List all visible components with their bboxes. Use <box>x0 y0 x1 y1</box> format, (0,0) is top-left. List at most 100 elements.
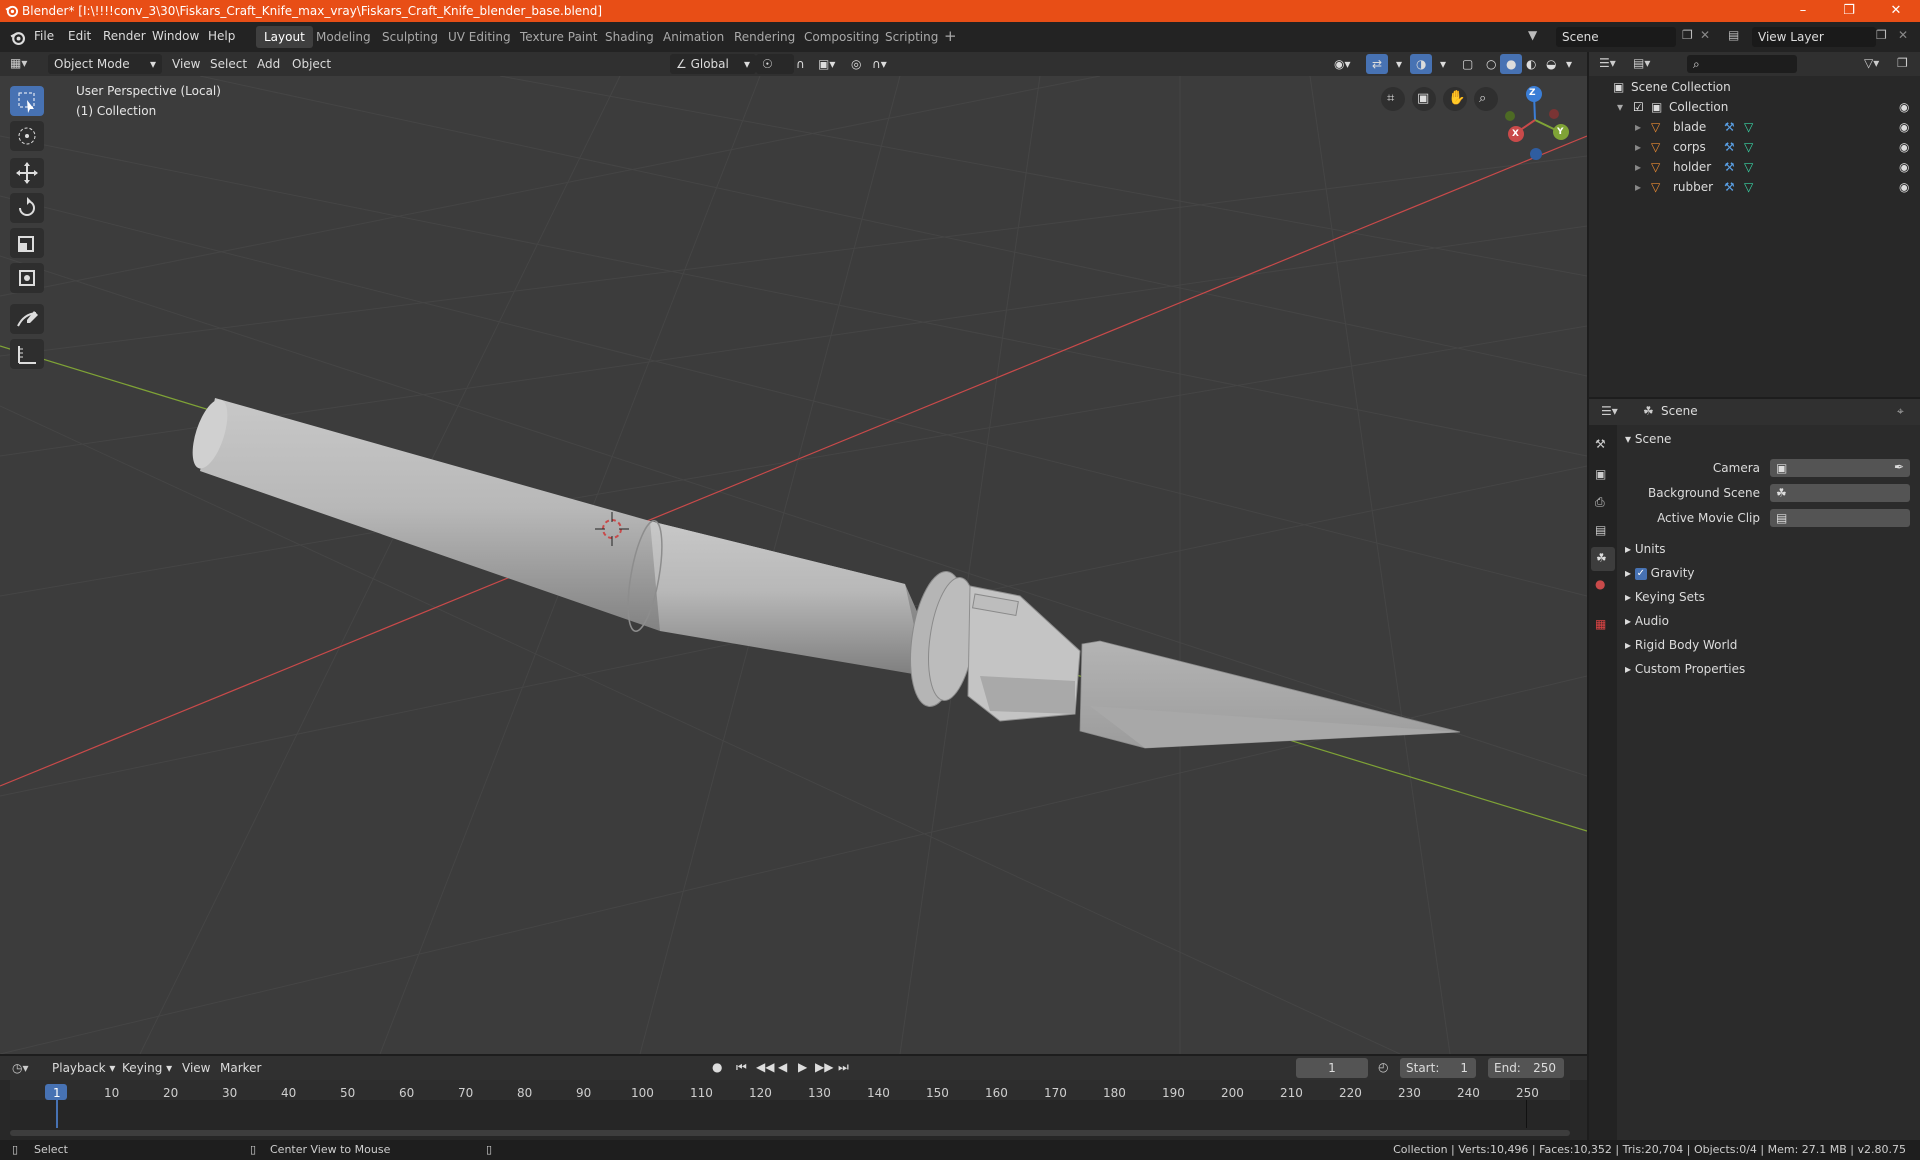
rotate-tool[interactable] <box>10 193 44 223</box>
transform-tool[interactable] <box>10 263 44 293</box>
menu-view[interactable]: View <box>166 54 206 74</box>
modifier-wrench-icon[interactable]: ⚒ <box>1724 157 1735 177</box>
gizmo-x-label[interactable]: X <box>1512 129 1519 139</box>
current-frame-field[interactable]: 1 <box>1296 1058 1368 1078</box>
tool-settings-tab-icon[interactable]: ⚒ <box>1595 437 1611 453</box>
outliner-row-holder[interactable]: ▸ ▽ holder ⚒ ▽ ◉ <box>1589 157 1920 177</box>
modifier-wrench-icon[interactable]: ⚒ <box>1724 177 1735 197</box>
mesh-data-icon[interactable]: ▽ <box>1744 117 1753 137</box>
view-layer-field[interactable]: View Layer <box>1752 27 1876 47</box>
play-reverse-icon[interactable]: ◀ <box>778 1060 787 1074</box>
view-layer-tab-icon[interactable]: ▤ <box>1595 523 1611 539</box>
scale-tool[interactable] <box>10 228 44 258</box>
tab-modeling[interactable]: Modeling <box>308 26 379 48</box>
falloff-icon[interactable]: ∩▾ <box>866 54 893 74</box>
scene-panel-header[interactable]: ▾ Scene <box>1625 432 1671 446</box>
gravity-panel-header[interactable]: ▸ ✓ Gravity <box>1625 566 1695 580</box>
new-collection-icon[interactable]: ❐ <box>1897 56 1908 70</box>
tab-shading[interactable]: Shading <box>597 26 662 48</box>
cursor-tool[interactable] <box>10 121 44 151</box>
timeline-scrollbar[interactable] <box>10 1130 1570 1136</box>
filter-icon[interactable]: ▽▾ <box>1864 56 1879 70</box>
delete-scene-icon[interactable]: ✕ <box>1700 28 1710 42</box>
3d-viewport[interactable]: User Perspective (Local) (1) Collection … <box>0 76 1587 1054</box>
gizmo-dropdown-icon[interactable]: ▾ <box>1390 54 1408 74</box>
maximize-button[interactable]: ❐ <box>1826 0 1872 22</box>
move-tool[interactable] <box>10 158 44 188</box>
outliner-row-blade[interactable]: ▸ ▽ blade ⚒ ▽ ◉ <box>1589 117 1920 137</box>
keying-sets-panel-header[interactable]: ▸ Keying Sets <box>1625 590 1705 604</box>
shading-dropdown-icon[interactable]: ▾ <box>1560 54 1578 74</box>
snap-icon[interactable]: ∩ <box>790 54 811 74</box>
play-icon[interactable]: ▶ <box>798 1060 807 1074</box>
eye-icon[interactable]: ◉ <box>1899 137 1909 157</box>
tab-rendering[interactable]: Rendering <box>726 26 803 48</box>
snap-target-icon[interactable]: ▣▾ <box>812 54 841 74</box>
mesh-data-icon[interactable]: ▽ <box>1744 137 1753 157</box>
expand-arrow-icon[interactable]: ▾ <box>1617 97 1623 117</box>
background-scene-field[interactable]: ☘ <box>1770 484 1910 502</box>
select-box-tool[interactable] <box>10 86 44 116</box>
annotate-tool[interactable] <box>10 304 44 334</box>
frame-ruler[interactable] <box>10 1080 1570 1100</box>
scene-field[interactable]: Scene <box>1556 27 1676 47</box>
outliner-editor-type-icon[interactable]: ☰▾ <box>1599 56 1616 70</box>
units-panel-header[interactable]: ▸ Units <box>1625 542 1666 556</box>
properties-editor-type-icon[interactable]: ☰▾ <box>1601 404 1618 418</box>
pivot-point-icon[interactable]: ☉ <box>756 54 794 74</box>
eye-icon[interactable]: ◉ <box>1899 157 1909 177</box>
eye-icon[interactable]: ◉ <box>1899 97 1909 117</box>
menu-object[interactable]: Object <box>286 54 337 74</box>
overlays-toggle-icon[interactable]: ◑ <box>1410 54 1433 74</box>
jump-end-icon[interactable]: ⏭ <box>838 1060 849 1075</box>
outliner-row-collection[interactable]: ▾ ☑ ▣ Collection ◉ <box>1589 97 1920 117</box>
outliner-row-corps[interactable]: ▸ ▽ corps ⚒ ▽ ◉ <box>1589 137 1920 157</box>
jump-start-icon[interactable]: ⏮ <box>736 1060 747 1075</box>
scene-browse-icon[interactable]: ▼ <box>1528 28 1546 44</box>
output-tab-icon[interactable]: ⎙ <box>1595 495 1611 511</box>
outliner-row-rubber[interactable]: ▸ ▽ rubber ⚒ ▽ ◉ <box>1589 177 1920 197</box>
tab-scripting[interactable]: Scripting <box>877 26 946 48</box>
editor-type-icon[interactable]: ▦▾ <box>10 56 27 70</box>
menu-view[interactable]: View <box>176 1058 216 1078</box>
eye-icon[interactable]: ◉ <box>1899 117 1909 137</box>
timeline-editor-type-icon[interactable]: ◷▾ <box>12 1061 29 1075</box>
menu-keying[interactable]: Keying ▾ <box>116 1058 178 1078</box>
menu-select[interactable]: Select <box>204 54 253 74</box>
menu-file[interactable]: File <box>34 29 54 43</box>
end-frame-field[interactable]: End: 250 <box>1488 1058 1564 1078</box>
scene-tab[interactable]: ☘ <box>1591 547 1615 571</box>
prev-keyframe-icon[interactable]: ◀◀ <box>756 1060 774 1074</box>
eyedropper-icon[interactable]: ✒ <box>1894 460 1904 474</box>
menu-marker[interactable]: Marker <box>214 1058 267 1078</box>
active-movie-clip-field[interactable]: ▤ <box>1770 509 1910 527</box>
grid-toggle-icon[interactable]: ⌗ <box>1387 91 1394 106</box>
expand-arrow-icon[interactable]: ▸ <box>1635 157 1641 177</box>
tab-animation[interactable]: Animation <box>655 26 732 48</box>
minimize-button[interactable]: – <box>1780 0 1826 22</box>
pan-hand-icon[interactable]: ✋ <box>1448 90 1465 106</box>
tab-sculpting[interactable]: Sculpting <box>374 26 446 48</box>
display-mode-icon[interactable]: ▤▾ <box>1633 56 1650 70</box>
modifier-wrench-icon[interactable]: ⚒ <box>1724 117 1735 137</box>
close-button[interactable]: ✕ <box>1873 0 1919 22</box>
outliner-row-scene-collection[interactable]: ▣ Scene Collection <box>1589 77 1920 97</box>
gravity-checkbox[interactable]: ✓ <box>1634 567 1647 580</box>
measure-tool[interactable] <box>10 339 44 369</box>
start-frame-field[interactable]: Start: 1 <box>1400 1058 1476 1078</box>
tab-texture-paint[interactable]: Texture Paint <box>512 26 605 48</box>
expand-arrow-icon[interactable]: ▸ <box>1635 117 1641 137</box>
menu-playback[interactable]: Playback ▾ <box>46 1058 121 1078</box>
menu-render[interactable]: Render <box>103 29 146 43</box>
tab-layout[interactable]: Layout <box>256 26 313 48</box>
menu-edit[interactable]: Edit <box>68 29 91 43</box>
expand-arrow-icon[interactable]: ▸ <box>1635 177 1641 197</box>
viewlayer-browse-icon[interactable]: ▤ <box>1728 28 1739 42</box>
tab-compositing[interactable]: Compositing <box>796 26 887 48</box>
delete-view-layer-icon[interactable]: ✕ <box>1898 28 1908 42</box>
custom-properties-panel-header[interactable]: ▸ Custom Properties <box>1625 662 1745 676</box>
collection-checkbox-icon[interactable]: ☑ <box>1633 97 1644 117</box>
stopwatch-icon[interactable]: ◴ <box>1378 1060 1388 1074</box>
outliner-search-input[interactable]: ⌕ <box>1687 55 1797 73</box>
gizmo-y-label[interactable]: Y <box>1557 127 1564 137</box>
